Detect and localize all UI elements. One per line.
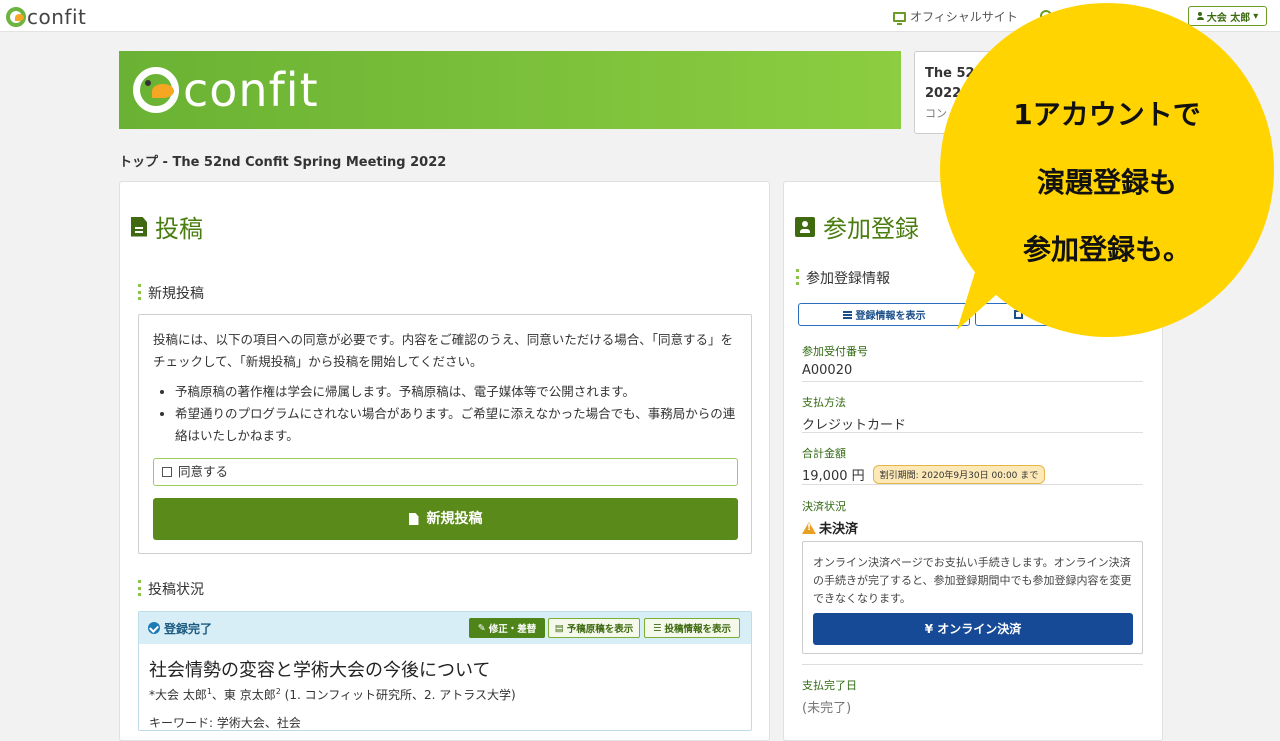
banner-logo-text: confit bbox=[183, 63, 319, 117]
notice-list: 予稿原稿の著作権は学会に帰属します。予稿原稿は、電子媒体等で公開されます。 希望… bbox=[153, 381, 737, 447]
discount-period-badge: 割引期間: 2020年9月30日 00:00 まで bbox=[872, 465, 1046, 484]
field-paid-date: 支払完了日 (未完了) bbox=[802, 677, 857, 716]
confit-logo[interactable]: confit bbox=[6, 5, 86, 29]
banner-logo: confit bbox=[133, 67, 319, 113]
field-label: 支払方法 bbox=[802, 396, 846, 409]
paper-authors: *大会 太郎1、東 京太郎2 (1. コンフィット研究所、2. アトラス大学) bbox=[149, 686, 516, 703]
paper-title: 社会情勢の変容と学術大会の今後について bbox=[149, 660, 491, 681]
edit-icon: ✎ bbox=[477, 622, 486, 634]
notice-item: 希望通りのプログラムにされない場合があります。ご希望に添えなかった場合でも、事務… bbox=[175, 403, 737, 447]
user-menu-button[interactable]: 大会 太郎 ▾ bbox=[1188, 6, 1267, 26]
consent-notice: 投稿には、以下の項目への同意が必要です。内容をご確認のうえ、同意いただける場合、… bbox=[138, 314, 752, 554]
divider bbox=[802, 664, 1143, 665]
online-payment-button[interactable]: ¥ オンライン決済 bbox=[813, 613, 1133, 645]
view-submission-info-label: 投稿情報を表示 bbox=[664, 624, 732, 635]
speech-bubble: 1アカウントで 演題登録も 参加登録も。 bbox=[940, 3, 1274, 337]
breadcrumb: トップ - The 52nd Confit Spring Meeting 202… bbox=[119, 155, 447, 170]
user-name: 大会 太郎 bbox=[1206, 12, 1251, 24]
field-label: 参加受付番号 bbox=[802, 345, 868, 358]
event-banner: confit bbox=[119, 51, 901, 129]
new-submission-button[interactable]: 新規投稿 bbox=[153, 498, 738, 540]
author-2: 、東 京太郎 bbox=[211, 688, 276, 702]
field-registration-number: 参加受付番号 A00020 bbox=[802, 343, 1143, 382]
document-icon bbox=[131, 216, 147, 237]
official-site-link[interactable]: オフィシャルサイト bbox=[893, 8, 1018, 25]
new-submission-label: 新規投稿 bbox=[426, 511, 483, 527]
view-submission-info-button[interactable]: ☰ 投稿情報を表示 bbox=[644, 618, 740, 638]
list-icon: ☰ bbox=[652, 622, 662, 634]
paid-date: (未完了) bbox=[802, 701, 852, 716]
agree-label: 同意する bbox=[178, 464, 229, 479]
document-icon bbox=[408, 513, 419, 525]
affiliations: (1. コンフィット研究所、2. アトラス大学) bbox=[280, 688, 516, 702]
check-circle-icon bbox=[148, 622, 160, 634]
field-label: 合計金額 bbox=[802, 447, 846, 460]
field-label: 決済状況 bbox=[802, 500, 846, 513]
bubble-line-2: 演題登録も bbox=[1036, 166, 1177, 199]
field-total-amount: 合計金額 19,000 円 割引期間: 2020年9月30日 00:00 まで bbox=[802, 445, 1143, 485]
registration-heading: 参加登録 bbox=[795, 209, 919, 244]
checkbox-icon[interactable] bbox=[162, 467, 172, 477]
edit-replace-label: 修正・差替 bbox=[488, 624, 537, 635]
submission-card: 登録完了 ✎ 修正・差替 ▤ 予稿原稿を表示 ☰ 投稿情報を表示 社会情勢の変容… bbox=[138, 611, 752, 731]
field-label: 支払完了日 bbox=[802, 679, 857, 692]
registration-info-heading: 参加登録情報 bbox=[796, 268, 890, 288]
id-badge-icon bbox=[795, 216, 815, 237]
registration-title: 参加登録 bbox=[823, 215, 919, 243]
show-registration-info-button[interactable]: 登録情報を表示 bbox=[798, 303, 970, 326]
notice-item: 予稿原稿の著作権は学会に帰属します。予稿原稿は、電子媒体等で公開されます。 bbox=[175, 381, 737, 403]
agree-checkbox[interactable]: 同意する bbox=[153, 458, 738, 486]
payment-method: クレジットカード bbox=[802, 418, 907, 433]
official-site-label: オフィシャルサイト bbox=[910, 10, 1018, 24]
author-1: *大会 太郎 bbox=[149, 688, 207, 702]
registration-number: A00020 bbox=[802, 363, 853, 378]
list-icon bbox=[842, 310, 852, 319]
submission-status-heading: 投稿状況 bbox=[138, 579, 204, 599]
field-payment-method: 支払方法 クレジットカード bbox=[802, 394, 1143, 433]
monitor-icon bbox=[893, 11, 906, 25]
online-payment-notice: オンライン決済ページでお支払い手続きします。オンライン決済の手続きが完了すると、… bbox=[802, 541, 1143, 654]
submission-title: 投稿 bbox=[155, 215, 203, 243]
view-manuscript-label: 予稿原稿を表示 bbox=[566, 624, 634, 635]
total-amount: 19,000 円 bbox=[802, 469, 865, 484]
notice-text: 投稿には、以下の項目への同意が必要です。内容をご確認のうえ、同意いただける場合、… bbox=[153, 332, 734, 369]
edit-replace-button[interactable]: ✎ 修正・差替 bbox=[469, 618, 545, 638]
field-payment-status: 決済状況 未決済 bbox=[802, 498, 858, 537]
show-registration-info-label: 登録情報を表示 bbox=[855, 311, 926, 322]
payment-status: 未決済 bbox=[819, 522, 859, 537]
warning-icon bbox=[802, 521, 816, 534]
bubble-line-1: 1アカウントで bbox=[1013, 98, 1201, 131]
logo-text: confit bbox=[27, 5, 87, 29]
submission-heading: 投稿 bbox=[131, 209, 203, 244]
new-submission-heading: 新規投稿 bbox=[138, 283, 204, 303]
status-badge: 登録完了 bbox=[164, 621, 213, 636]
duck-logo-icon bbox=[133, 67, 179, 113]
chevron-down-icon: ▾ bbox=[1253, 10, 1259, 22]
bubble-line-3: 参加登録も。 bbox=[1022, 233, 1191, 266]
document-icon: ▤ bbox=[554, 622, 564, 634]
duck-logo-icon bbox=[6, 7, 26, 27]
payment-note-text: オンライン決済ページでお支払い手続きします。オンライン決済の手続きが完了すると、… bbox=[813, 556, 1132, 605]
keywords-line: キーワード: 学術大会、社会 bbox=[149, 716, 301, 730]
user-icon bbox=[1196, 12, 1204, 20]
view-manuscript-button[interactable]: ▤ 予稿原稿を表示 bbox=[548, 618, 640, 638]
